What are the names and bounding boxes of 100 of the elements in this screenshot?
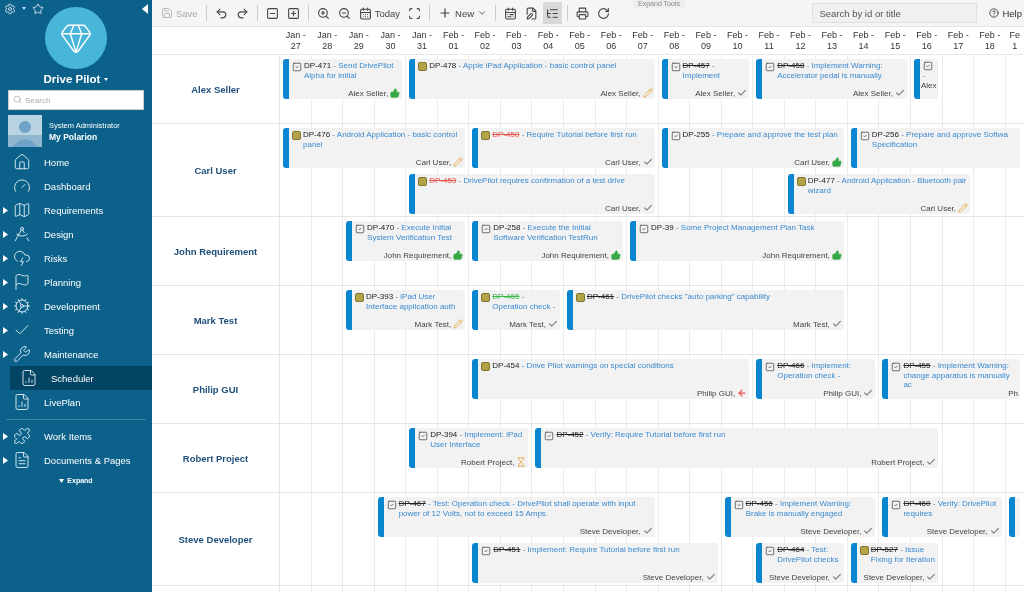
work-item-card[interactable]: DP-456 - Implement Warning: Brake is manually engaged Steve Developer, [724, 497, 876, 537]
search-field[interactable]: Search [8, 90, 144, 110]
day-month: Feb - [979, 29, 1001, 41]
day-number: 09 [700, 40, 711, 52]
day-month: Feb - [474, 29, 496, 41]
caret-icon [104, 77, 109, 81]
work-item-card[interactable]: DP-394 - Implement: iPad User Interface Robert Project, [409, 428, 529, 468]
work-item-card[interactable]: DP-455 - Implement Warning: change apparatus is manually ac Ph [882, 359, 1020, 399]
check-icon [831, 572, 842, 582]
day-number: 05 [574, 40, 585, 52]
nav-item[interactable]: Home [0, 150, 152, 174]
day-month: Feb - [537, 29, 559, 41]
work-item-card[interactable]: DP-478 - Apple iPad Application - basic control panel Alex Seller, [409, 59, 655, 99]
nav-item[interactable]: Risks [0, 246, 152, 270]
work-item-card[interactable]: DP-464 - Test: DrivePilot checks Steve Developer, [756, 543, 844, 583]
task-icon [355, 224, 366, 234]
star-icon[interactable] [32, 2, 44, 15]
work-item-card[interactable]: DP-256 - Prepare and approve Softwa Specification [850, 128, 1020, 168]
day-number: 10 [732, 40, 743, 52]
requirement-icon [796, 177, 806, 186]
check-icon [831, 319, 842, 329]
day-month: Jan - [348, 29, 369, 41]
work-item-card[interactable]: DP-452 - Verify: Require Tutorial before first run Robert Project, [535, 428, 939, 468]
nav-item[interactable]: Scheduler [10, 366, 152, 390]
settings-icon[interactable] [4, 2, 16, 15]
work-item-card[interactable]: DP-457 - Implement Alex Seller, [661, 59, 750, 99]
work-item-card[interactable]: DP-461 - DrivePilot checks "auto parking" capability Mark Test, [566, 290, 844, 330]
work-item-card[interactable]: DP-453 - DrivePilot requires confirmation of a test drive Carl User, [409, 174, 655, 214]
work-item-card[interactable]: DP-470 - Execute Initial System Verification Test John Requirement, [346, 221, 466, 261]
gear-icon [13, 297, 31, 315]
day-number: 11 [764, 40, 774, 52]
view-toggle-button[interactable] [543, 2, 563, 24]
plus-icon [438, 6, 452, 20]
work-item-card[interactable]: DP-460 - Verify: DrivePilot requires Steve Developer, [882, 497, 1002, 537]
work-item-card[interactable]: - Alex [913, 59, 939, 99]
item-summary: DP-456 - Implement Warning: Brake is manually engaged [745, 499, 853, 518]
task-icon [891, 500, 902, 510]
work-item-card[interactable]: DP-450 - Require Tutorial before first run Carl User, [472, 128, 655, 168]
assignee-name: Alex Seller, [695, 88, 736, 98]
nav-item[interactable]: Planning [0, 270, 152, 294]
nav-item[interactable]: Development [0, 294, 152, 318]
requirement-icon [481, 293, 491, 302]
work-item-card[interactable] [1008, 497, 1020, 537]
assignee-name: Carl User, [605, 203, 641, 213]
nav-item[interactable]: Maintenance [0, 342, 152, 366]
nav-item[interactable]: Testing [0, 318, 152, 342]
search-field[interactable]: Search by id or title [812, 3, 978, 23]
item-summary: DP-454 - Drive Pilot warnings on special conditions [492, 361, 675, 371]
item-summary: DP-527 - Issue Fixing for Iteration [870, 545, 936, 564]
assignee-name: Mark Test, [414, 319, 452, 329]
item-summary: DP-466 - Implement: Operation check - [777, 361, 853, 380]
user-name[interactable]: My Polarion [49, 131, 120, 142]
day-month: Jan - [411, 29, 432, 41]
work-item-card[interactable]: DP-465 - Operation check - Mark Test, [472, 290, 560, 330]
work-item-card[interactable]: DP-458 - Implement Warning: Accelerator pedal is manually Alex Seller, [756, 59, 907, 99]
requirement-icon [481, 362, 491, 371]
nav-item[interactable]: LivePlan [0, 390, 152, 414]
day-month: Feb - [663, 29, 685, 41]
assignee-name: Carl User, [605, 157, 641, 167]
work-item-card[interactable]: DP-527 - Issue Fixing for Iteration Steve Developer, [850, 543, 939, 583]
assignee-name: Alex Seller, [600, 88, 641, 98]
assignee-name: Mark Test, [509, 319, 546, 329]
day-month: Feb - [569, 29, 591, 41]
pencil-icon [958, 203, 969, 213]
collapse-icon[interactable] [142, 3, 148, 14]
work-item-card[interactable]: DP-466 - Implement: Operation check - Philip GUI, [756, 359, 876, 399]
help-button[interactable]: Help [979, 7, 1024, 19]
thumbs-up-icon [831, 250, 842, 260]
nav-item[interactable]: Dashboard [0, 174, 152, 198]
work-item-card[interactable]: DP-39 - Some Project Management Plan Task John Requirement, [630, 221, 844, 261]
work-item-card[interactable]: DP-471 - Send DrivePilot Alpha for initial Alex Seller, [283, 59, 403, 99]
work-item-card[interactable]: DP-258 - Execute the Initial Software Verification TestRun John Requirement, [472, 221, 623, 261]
nav-item[interactable]: Requirements [0, 198, 152, 222]
task-icon [765, 362, 776, 372]
work-item-card[interactable]: DP-255 - Prepare and approve the test plan Carl User, [661, 128, 844, 168]
check-icon [737, 88, 748, 98]
work-item-card[interactable]: DP-454 - Drive Pilot warnings on special conditions Philip GUI, [472, 359, 750, 399]
assignee-name: John Requirement, [541, 250, 609, 260]
project-name[interactable]: Drive Pilot [43, 73, 101, 85]
work-item-card[interactable]: DP-477 - Android Application - Bluetooth pair wizard Carl User, [787, 174, 971, 214]
day-number: 27 [290, 40, 301, 52]
nav-item[interactable]: Design [0, 222, 152, 246]
item-summary: DP-470 - Execute Initial System Verification Test [367, 223, 453, 242]
new-button[interactable]: New [435, 2, 491, 24]
task-icon [544, 431, 555, 441]
item-summary: DP-471 - Send DrivePilot Alpha for initial [304, 61, 395, 80]
zoom-out-icon [337, 6, 351, 20]
requirement-icon [292, 131, 301, 140]
work-item-card[interactable]: DP-467 - Test: Operation check - DrivePilot shall operate with input power of 12 Volts, not to exceed 15 Amps. Steve Developer, [377, 497, 655, 537]
work-item-card[interactable]: DP-476 - Android Application - basic control panel Carl User, [283, 128, 466, 168]
today-button[interactable]: Today [355, 2, 403, 24]
assignee-name: Alex Seller, [852, 88, 893, 98]
work-item-card[interactable]: DP-451 - Implement: Require Tutorial before first run Steve Developer, [472, 543, 718, 583]
nav-item[interactable]: Work Items [0, 424, 152, 448]
resource-name: Robert Project [182, 452, 249, 464]
item-summary: DP-477 - Android Application - Bluetooth pair wizard [807, 176, 968, 195]
nav-item[interactable]: Documents & Pages [0, 448, 152, 472]
day-number: 12 [795, 40, 806, 52]
work-item-card[interactable]: DP-393 - iPad User Interface application auth Mark Test, [346, 290, 466, 330]
task-icon [670, 131, 681, 141]
